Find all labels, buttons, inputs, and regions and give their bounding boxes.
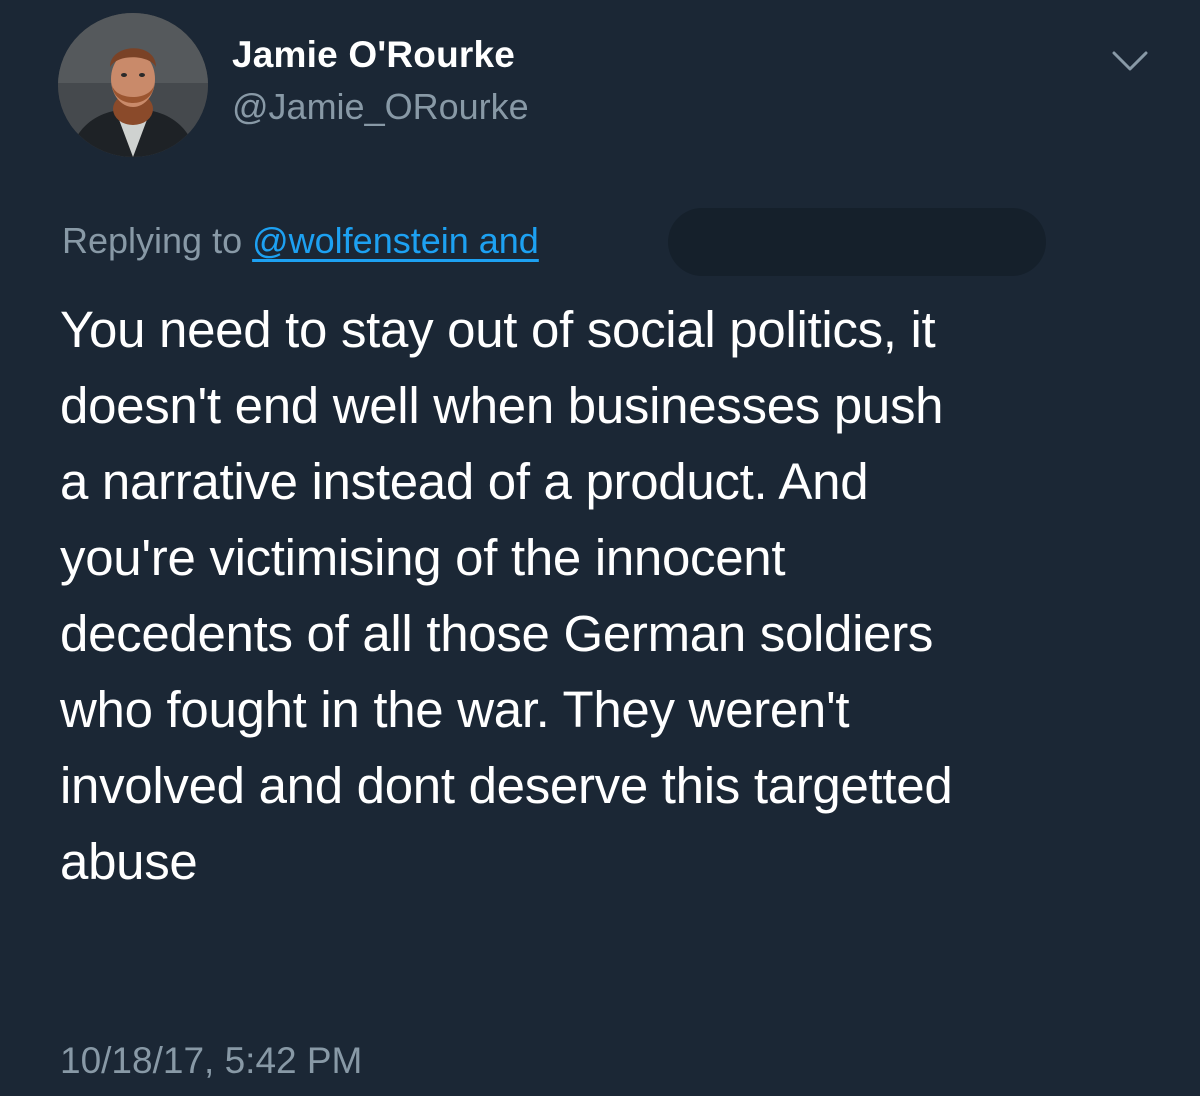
replying-to: Replying to @wolfenstein and bbox=[62, 216, 539, 266]
tweet-text-line: You need to stay out of social politics,… bbox=[60, 301, 936, 358]
tweet-text-line: you're victimising of the innocent bbox=[60, 529, 786, 586]
tweet-text: You need to stay out of social politics,… bbox=[60, 292, 1170, 900]
avatar[interactable] bbox=[58, 13, 208, 157]
profile-photo-icon bbox=[58, 13, 208, 157]
tweet-text-line: who fought in the war. They weren't bbox=[60, 681, 850, 738]
replying-to-label: Replying to bbox=[62, 220, 253, 261]
tweet-timestamp[interactable]: 10/18/17, 5:42 PM bbox=[60, 1040, 362, 1082]
author-handle[interactable]: @Jamie_ORourke bbox=[232, 86, 529, 128]
author-display-name[interactable]: Jamie O'Rourke bbox=[232, 34, 515, 76]
chevron-down-icon bbox=[1112, 51, 1148, 71]
more-options-button[interactable] bbox=[1108, 44, 1152, 78]
tweet-text-line: decedents of all those German soldiers bbox=[60, 605, 934, 662]
tweet-text-line: a narrative instead of a product. And bbox=[60, 453, 869, 510]
redacted-mention[interactable] bbox=[668, 208, 1046, 276]
tweet-text-line: abuse bbox=[60, 833, 198, 890]
tweet-text-line: involved and dont deserve this targetted bbox=[60, 757, 953, 814]
reply-mention-link[interactable]: @wolfenstein and bbox=[252, 220, 539, 261]
tweet-text-line: doesn't end well when businesses push bbox=[60, 377, 944, 434]
tweet: Jamie O'Rourke @Jamie_ORourke Replying t… bbox=[0, 0, 1200, 1096]
